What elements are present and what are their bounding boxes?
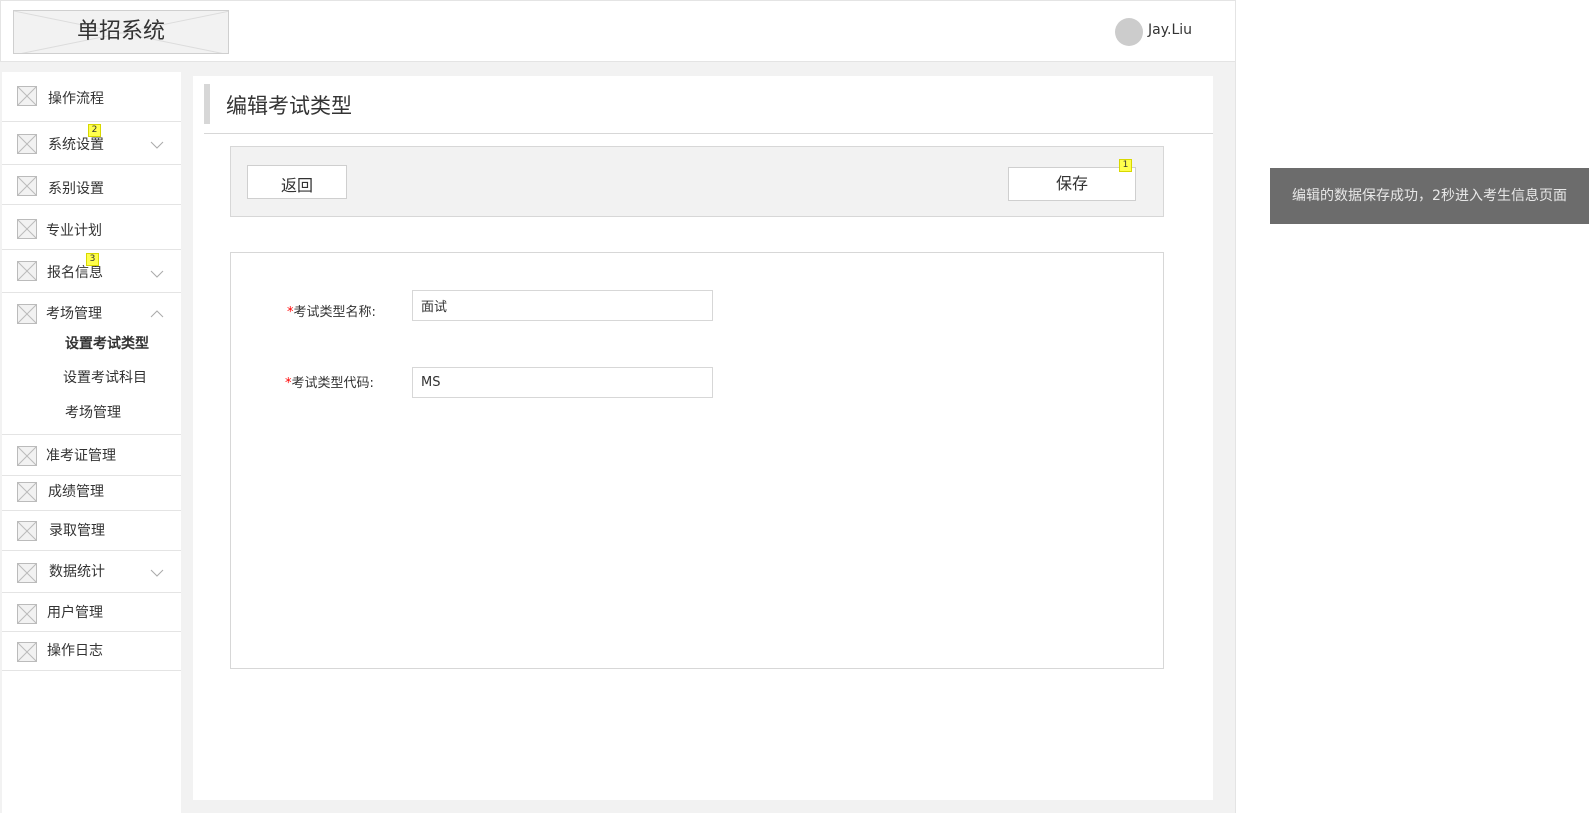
sidebar-item-label: 成绩管理 — [48, 484, 104, 500]
sidebar: 操作流程 系统设置 2 系别设置 专业计划 报名信息 3 考场管理 设置考试类型 — [2, 72, 181, 813]
page-title: 编辑考试类型 — [226, 94, 352, 118]
image-placeholder-icon — [17, 219, 37, 239]
exam-type-code-label-text: 考试类型代码: — [291, 376, 374, 391]
image-placeholder-icon — [17, 134, 37, 154]
app-frame: 单招系统 Jay.Liu 操作流程 系统设置 2 系别设置 专业计划 报名信息 … — [0, 0, 1236, 813]
sidebar-item-enrollment-management[interactable]: 录取管理 — [2, 511, 181, 551]
sidebar-item-score-management[interactable]: 成绩管理 — [2, 476, 181, 511]
sidebar-item-data-statistics[interactable]: 数据统计 — [2, 551, 181, 593]
save-button[interactable]: 保存 — [1008, 167, 1136, 201]
exam-type-code-input[interactable] — [412, 367, 713, 398]
chevron-down-icon[interactable] — [150, 270, 164, 278]
sidebar-item-label: 系别设置 — [48, 181, 104, 197]
image-placeholder-icon — [17, 86, 37, 106]
sidebar-item-label: 数据统计 — [49, 564, 105, 580]
logo-text: 单招系统 — [76, 19, 165, 44]
chevron-down-icon[interactable] — [150, 569, 164, 577]
sidebar-item-admission-ticket[interactable]: 准考证管理 — [2, 435, 181, 476]
image-placeholder-icon — [17, 304, 37, 324]
exam-type-name-label: *考试类型名称: — [287, 301, 376, 320]
edit-form: *考试类型名称: *考试类型代码: — [230, 252, 1164, 669]
image-placeholder-icon — [17, 482, 37, 502]
success-toast: 编辑的数据保存成功，2秒进入考生信息页面 — [1270, 168, 1589, 224]
sidebar-item-label: 系统设置 — [48, 137, 104, 153]
main-content: 编辑考试类型 返回 保存 1 *考试类型名称: *考试类型代码: — [193, 76, 1213, 800]
sidebar-item-registration-info[interactable]: 报名信息 3 — [2, 250, 181, 293]
sidebar-item-major-plan[interactable]: 专业计划 — [2, 205, 181, 250]
image-placeholder-icon — [17, 176, 37, 196]
sidebar-item-label: 操作日志 — [47, 643, 103, 659]
title-divider — [204, 133, 1213, 134]
sub-item-set-exam-type[interactable]: 设置考试类型 — [65, 333, 149, 353]
sub-item-set-exam-subject[interactable]: 设置考试科目 — [63, 367, 147, 387]
sidebar-item-label: 专业计划 — [46, 223, 102, 239]
sidebar-item-label: 准考证管理 — [46, 448, 116, 464]
annotation-badge: 1 — [1119, 159, 1132, 172]
image-placeholder-icon — [17, 446, 37, 466]
sidebar-item-label: 考场管理 — [46, 306, 102, 322]
avatar[interactable] — [1115, 18, 1143, 46]
logo[interactable]: 单招系统 — [13, 10, 229, 54]
sidebar-item-label: 录取管理 — [49, 523, 105, 539]
image-placeholder-icon — [17, 563, 37, 583]
sidebar-item-department-settings[interactable]: 系别设置 — [2, 165, 181, 205]
sidebar-item-label: 用户管理 — [47, 605, 103, 621]
image-placeholder-icon — [17, 521, 37, 541]
exam-type-code-label: *考试类型代码: — [285, 372, 374, 391]
back-button[interactable]: 返回 — [247, 165, 347, 199]
image-placeholder-icon — [17, 261, 37, 281]
action-toolbar: 返回 保存 1 — [230, 146, 1164, 217]
sidebar-item-label: 操作流程 — [48, 91, 104, 107]
sub-item-exam-room-management[interactable]: 考场管理 — [65, 402, 121, 422]
title-accent-bar — [204, 84, 210, 124]
image-placeholder-icon — [17, 642, 37, 662]
top-header: 单招系统 Jay.Liu — [0, 0, 1236, 62]
exam-type-name-label-text: 考试类型名称: — [293, 305, 376, 320]
chevron-up-icon[interactable] — [150, 310, 164, 318]
username[interactable]: Jay.Liu — [1148, 22, 1192, 38]
image-placeholder-icon — [17, 604, 37, 624]
chevron-down-icon[interactable] — [150, 141, 164, 149]
sidebar-item-user-management[interactable]: 用户管理 — [2, 593, 181, 632]
sidebar-item-system-settings[interactable]: 系统设置 2 — [2, 122, 181, 165]
sidebar-item-operation-flow[interactable]: 操作流程 — [2, 72, 181, 122]
sidebar-item-operation-log[interactable]: 操作日志 — [2, 632, 181, 671]
notification-badge: 3 — [86, 253, 99, 266]
exam-type-name-input[interactable] — [412, 290, 713, 321]
notification-badge: 2 — [88, 124, 101, 137]
sidebar-item-exam-room-management[interactable]: 考场管理 设置考试类型 设置考试科目 考场管理 — [2, 293, 181, 435]
